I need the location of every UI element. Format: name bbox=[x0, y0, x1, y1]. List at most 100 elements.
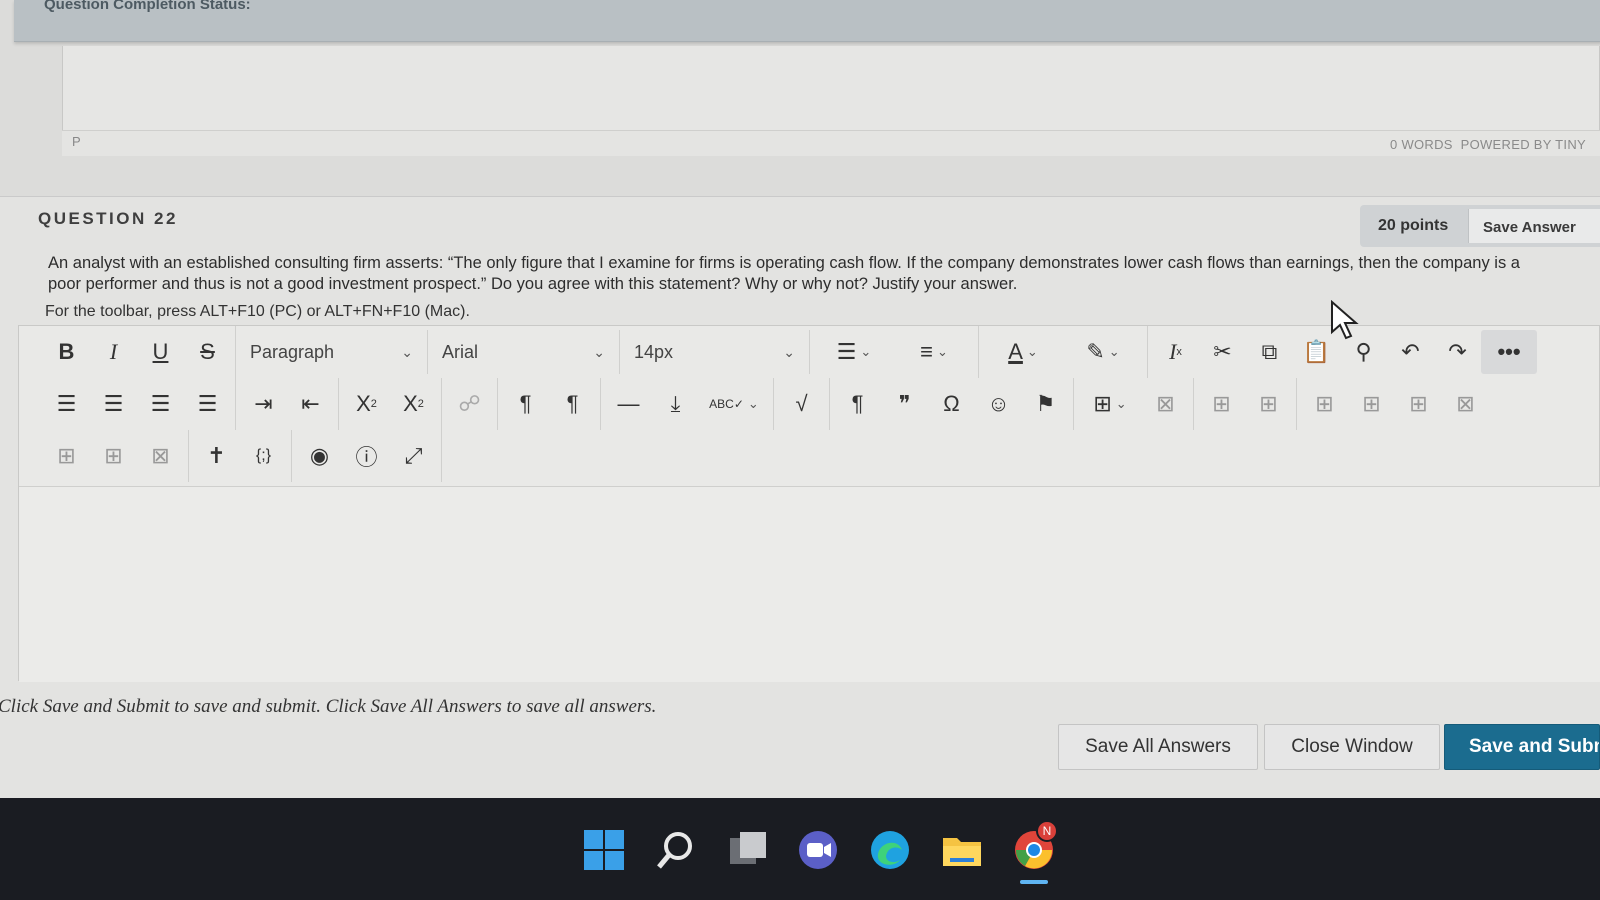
close-window-button[interactable]: Close Window bbox=[1264, 724, 1440, 770]
font-family-select[interactable]: Arial ⌄ bbox=[428, 330, 620, 374]
horizontal-line-icon[interactable]: — bbox=[605, 382, 652, 426]
font-size-select[interactable]: 14px ⌄ bbox=[620, 330, 810, 374]
script-group: X2 X2 bbox=[339, 378, 442, 430]
delete-row-icon[interactable]: ⊞ bbox=[1395, 382, 1442, 426]
special-char-icon[interactable]: Ω bbox=[928, 382, 975, 426]
previous-editor-statusbar: P 0 WORDS POWERED BY TINY bbox=[62, 130, 1600, 156]
edge-browser-icon[interactable] bbox=[868, 828, 912, 872]
editor-content-area[interactable] bbox=[19, 486, 1600, 682]
chrome-browser-button[interactable]: N bbox=[1012, 820, 1058, 884]
strikethrough-icon[interactable]: S bbox=[184, 330, 231, 374]
math-group: √ bbox=[774, 378, 830, 430]
show-blocks-icon[interactable]: ¶ bbox=[834, 382, 881, 426]
more-options-button[interactable]: ••• bbox=[1481, 330, 1537, 374]
link-group: ☍ bbox=[442, 378, 498, 430]
align-right-icon[interactable]: ☰ bbox=[137, 382, 184, 426]
powered-by-tiny[interactable]: POWERED BY TINY bbox=[1461, 137, 1586, 152]
bookmark-icon[interactable]: ⚑ bbox=[1022, 382, 1069, 426]
accessibility-group: ✝ {;} bbox=[189, 430, 292, 482]
teams-chat-icon[interactable] bbox=[796, 828, 840, 872]
block-format-select[interactable]: Paragraph ⌄ bbox=[236, 330, 428, 374]
superscript-icon[interactable]: X2 bbox=[343, 382, 390, 426]
rtl-icon[interactable]: ¶ bbox=[549, 382, 596, 426]
special-group: ¶ ❞ Ω ☺ ⚑ bbox=[830, 378, 1074, 430]
question-title: QUESTION 22 bbox=[38, 209, 178, 228]
help-icon[interactable]: ⓘ bbox=[343, 434, 390, 478]
table-icon[interactable]: ⊞ ⌄ bbox=[1078, 382, 1142, 426]
save-and-submit-button[interactable]: Save and Submit bbox=[1444, 724, 1600, 770]
word-count: 0 WORDS bbox=[1390, 137, 1453, 152]
delete-col-icon[interactable]: ⊠ bbox=[137, 434, 184, 478]
blockquote-icon[interactable]: ❞ bbox=[881, 382, 928, 426]
delete-table-icon[interactable]: ⊠ bbox=[1142, 382, 1189, 426]
split-cell-icon[interactable]: ⊞ bbox=[90, 434, 137, 478]
copy-icon[interactable]: ⧉ bbox=[1246, 330, 1293, 374]
list-group: ☰ ⌄ ≡ ⌄ bbox=[810, 326, 979, 378]
clear-formatting-icon[interactable]: Ix bbox=[1152, 330, 1199, 374]
font-size-value: 14px bbox=[634, 341, 674, 362]
question-text: An analyst with an established consultin… bbox=[48, 254, 1520, 293]
emoticons-icon[interactable]: ☺ bbox=[975, 382, 1022, 426]
insert-row-before-icon[interactable]: ⊞ bbox=[1301, 382, 1348, 426]
insert-col-after-icon[interactable]: ⊞ bbox=[43, 434, 90, 478]
page-break-icon[interactable]: ⤓ bbox=[652, 382, 699, 426]
format-group: B I U S bbox=[43, 326, 236, 378]
unlink-icon[interactable]: ☍ bbox=[446, 382, 493, 426]
search-icon[interactable] bbox=[654, 828, 698, 872]
spellcheck-icon[interactable]: ABC✓ ⌄ bbox=[699, 382, 769, 426]
toolbar-row-1: B I U S Paragraph ⌄ Arial ⌄ 14px ⌄ ☰ ⌄ ≡ ⌄ bbox=[43, 326, 1541, 378]
preview-icon[interactable]: ◉ bbox=[296, 434, 343, 478]
file-explorer-icon[interactable] bbox=[940, 828, 984, 872]
table-group: ⊞ ⌄ ⊠ bbox=[1074, 378, 1194, 430]
indent-icon[interactable]: ⇥ bbox=[240, 382, 287, 426]
text-color-icon[interactable]: A ⌄ bbox=[983, 330, 1063, 374]
ltr-icon[interactable]: ¶ bbox=[502, 382, 549, 426]
table-cell-props-icon[interactable]: ⊞ bbox=[1245, 382, 1292, 426]
chevron-down-icon: ⌄ bbox=[593, 343, 605, 360]
block-format-value: Paragraph bbox=[250, 341, 335, 362]
cut-icon[interactable]: ✂ bbox=[1199, 330, 1246, 374]
math-equation-icon[interactable]: √ bbox=[778, 382, 825, 426]
insert-group: — ⤓ ABC✓ ⌄ bbox=[601, 378, 774, 430]
italic-icon[interactable]: I bbox=[90, 330, 137, 374]
font-family-value: Arial bbox=[442, 341, 479, 362]
points-box: 20 points Save Answer bbox=[1360, 205, 1600, 247]
toolbar-row-3: ⊞ ⊞ ⊠ ✝ {;} ◉ ⓘ ⤢ bbox=[43, 430, 442, 482]
chevron-down-icon: ⌄ bbox=[783, 343, 795, 360]
insert-row-after-icon[interactable]: ⊞ bbox=[1348, 382, 1395, 426]
save-answer-button[interactable]: Save Answer bbox=[1468, 209, 1600, 243]
fullscreen-icon[interactable]: ⤢ bbox=[390, 434, 437, 478]
align-justify-icon[interactable]: ☰ bbox=[184, 382, 231, 426]
bold-icon[interactable]: B bbox=[43, 330, 90, 374]
completion-status-label: Question Completion Status: bbox=[44, 0, 251, 13]
redo-icon[interactable]: ↷ bbox=[1434, 330, 1481, 374]
outdent-icon[interactable]: ⇤ bbox=[287, 382, 334, 426]
underline-icon[interactable]: U bbox=[137, 330, 184, 374]
active-app-indicator bbox=[1020, 880, 1048, 884]
windows-start-icon[interactable] bbox=[582, 828, 626, 872]
align-center-icon[interactable]: ☰ bbox=[90, 382, 137, 426]
task-view-icon[interactable] bbox=[726, 828, 770, 872]
answer-editor: B I U S Paragraph ⌄ Arial ⌄ 14px ⌄ ☰ ⌄ ≡ ⌄ bbox=[18, 325, 1600, 682]
question-points: 20 points bbox=[1378, 217, 1449, 234]
numbered-list-icon[interactable]: ≡ ⌄ bbox=[894, 330, 974, 374]
align-group: ☰ ☰ ☰ ☰ bbox=[43, 378, 236, 430]
bullet-list-icon[interactable]: ☰ ⌄ bbox=[814, 330, 894, 374]
insert-col-before-icon[interactable]: ⊠ bbox=[1442, 382, 1489, 426]
color-group: A ⌄ ✎ ⌄ bbox=[979, 326, 1148, 378]
chrome-profile-badge: N bbox=[1036, 820, 1058, 842]
subscript-icon[interactable]: X2 bbox=[390, 382, 437, 426]
align-left-icon[interactable]: ☰ bbox=[43, 382, 90, 426]
code-sample-icon[interactable]: {;} bbox=[240, 434, 287, 478]
save-all-answers-button[interactable]: Save All Answers bbox=[1058, 724, 1258, 770]
mouse-cursor-icon bbox=[1331, 300, 1359, 340]
accessibility-checker-icon[interactable]: ✝ bbox=[193, 434, 240, 478]
footer-instructions: Click Save and Submit to save and submit… bbox=[0, 696, 657, 717]
windows-taskbar: N bbox=[0, 798, 1600, 900]
chevron-down-icon: ⌄ bbox=[401, 343, 413, 360]
highlight-color-icon[interactable]: ✎ ⌄ bbox=[1063, 330, 1143, 374]
table-col-group: ⊞ ⊞ ⊞ ⊠ bbox=[1297, 378, 1493, 430]
undo-icon[interactable]: ↶ bbox=[1387, 330, 1434, 374]
element-path[interactable]: P bbox=[72, 134, 81, 149]
table-row-props-icon[interactable]: ⊞ bbox=[1198, 382, 1245, 426]
